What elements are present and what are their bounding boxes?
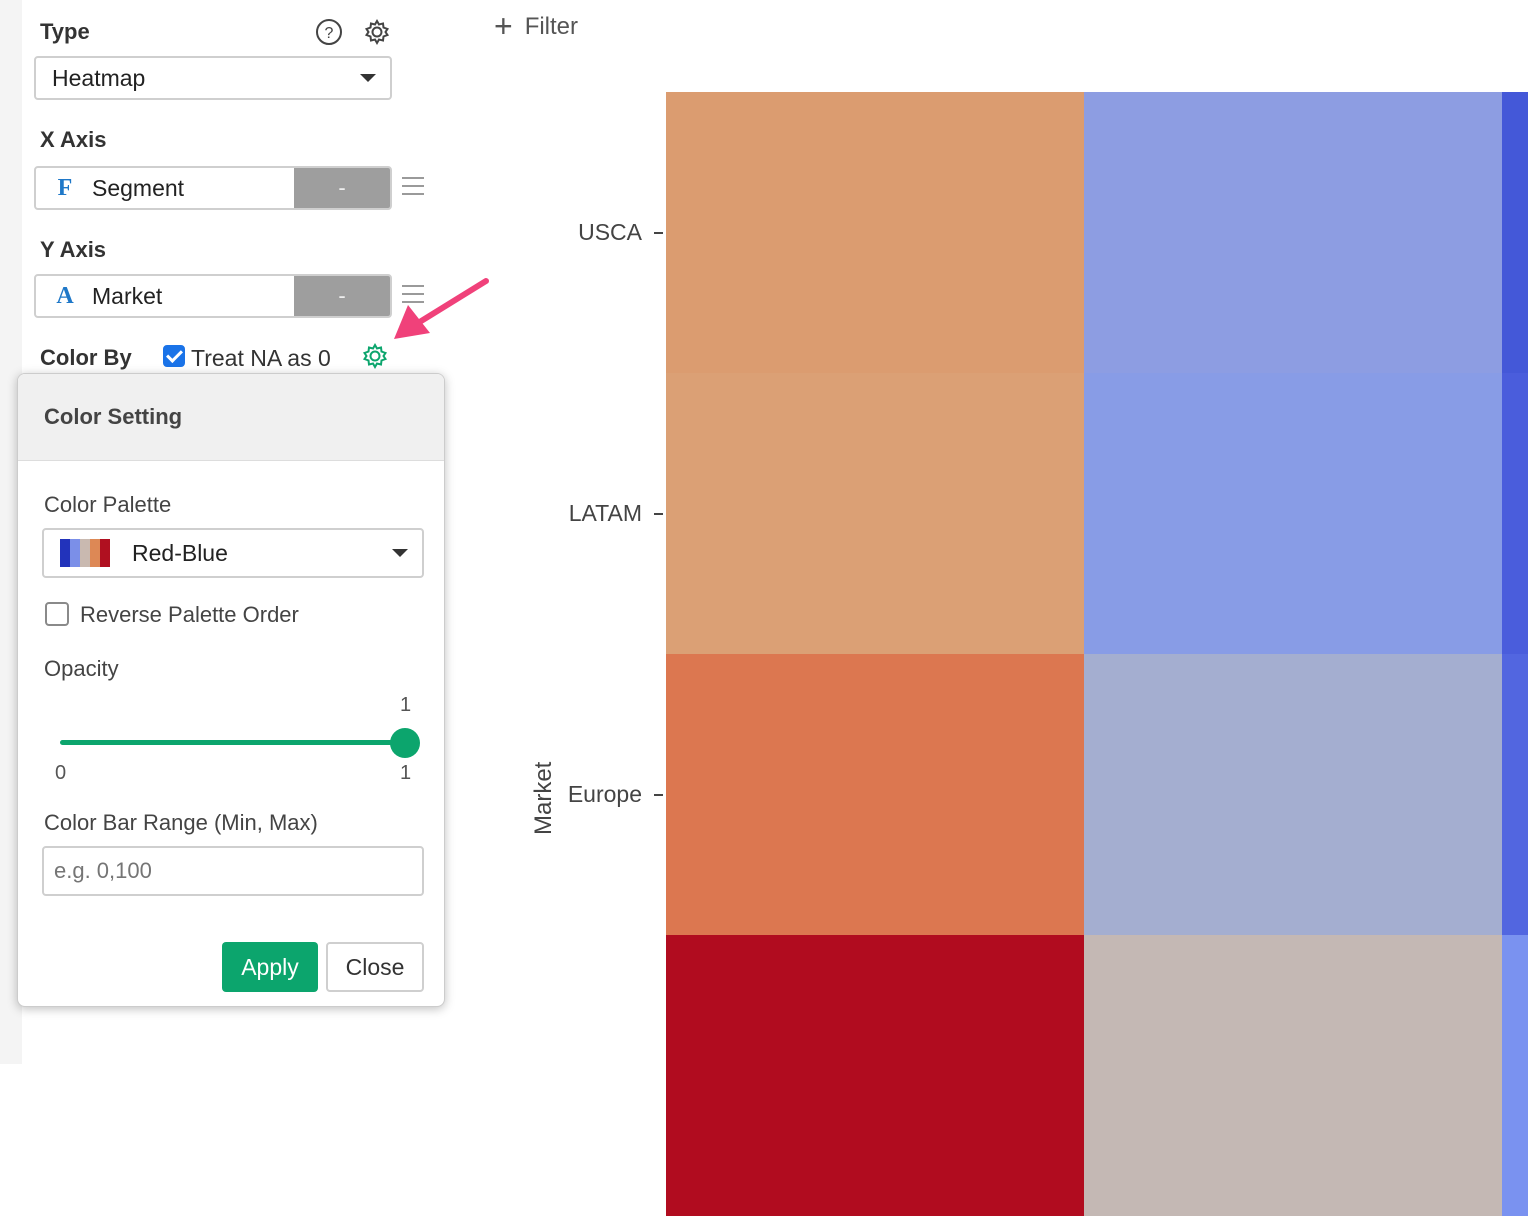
opacity-slider-track[interactable] — [60, 740, 406, 745]
close-button[interactable]: Close — [326, 942, 424, 992]
heatmap-cell[interactable] — [1502, 654, 1528, 935]
x-axis-field-name: Segment — [92, 174, 185, 201]
color-palette-select[interactable]: Red-Blue — [42, 528, 424, 578]
color-palette-label: Color Palette — [44, 492, 172, 517]
heatmap-cell[interactable] — [666, 935, 1084, 1216]
opacity-max: 1 — [400, 762, 412, 784]
heatmap-cell[interactable] — [1084, 654, 1502, 935]
reverse-palette-label: Reverse Palette Order — [80, 602, 299, 627]
y-tick-mark — [654, 794, 663, 796]
opacity-min: 0 — [55, 762, 67, 784]
x-axis-aggregation-button[interactable]: - — [294, 168, 390, 208]
chart-type-value: Heatmap — [52, 64, 146, 91]
palette-swatch-2 — [80, 539, 90, 567]
color-bar-range-input[interactable] — [42, 846, 424, 896]
palette-swatch-4 — [100, 539, 110, 567]
heatmap-cell[interactable] — [666, 654, 1084, 935]
x-axis-field[interactable]: F Segment - — [34, 166, 392, 210]
color-by-label: Color By — [40, 345, 132, 370]
treat-na-label: Treat NA as 0 — [191, 345, 331, 371]
y-axis-field-name: Market — [92, 282, 163, 309]
color-bar-range-label: Color Bar Range (Min, Max) — [44, 810, 318, 835]
palette-swatch-3 — [90, 539, 100, 567]
plus-icon: + — [494, 8, 513, 44]
y-axis-field[interactable]: A Market - — [34, 274, 392, 318]
y-axis-label: Y Axis — [40, 237, 107, 262]
heatmap-cell[interactable] — [1084, 92, 1502, 373]
y-axis-title: Market — [530, 761, 557, 835]
heatmap-cell[interactable] — [1084, 373, 1502, 654]
color-setting-popover: Color Setting Color Palette Red-Blue Rev… — [17, 373, 445, 1007]
heatmap-cell[interactable] — [1502, 935, 1528, 1216]
heatmap-cell[interactable] — [1502, 92, 1528, 373]
help-icon[interactable]: ? — [314, 17, 344, 47]
opacity-label: Opacity — [44, 656, 119, 681]
color-palette-value: Red-Blue — [132, 539, 228, 566]
type-label: Type — [40, 19, 90, 44]
y-tick-label: LATAM — [568, 500, 642, 526]
reverse-palette-checkbox[interactable] — [45, 602, 69, 626]
y-axis-aggregation-button[interactable]: - — [294, 276, 390, 316]
chevron-down-icon — [360, 74, 376, 82]
palette-swatch-1 — [70, 539, 80, 567]
treat-na-checkbox[interactable] — [163, 345, 185, 367]
add-filter-button[interactable]: + Filter — [494, 8, 578, 45]
function-type-icon: F — [57, 174, 73, 201]
opacity-value: 1 — [400, 694, 412, 716]
svg-text:?: ? — [325, 25, 334, 42]
gear-icon[interactable] — [362, 17, 392, 47]
heatmap-cell[interactable] — [666, 373, 1084, 654]
popover-title: Color Setting — [18, 374, 444, 461]
heatmap-cell[interactable] — [1502, 373, 1528, 654]
x-axis-menu-icon[interactable] — [402, 177, 424, 195]
heatmap-cell[interactable] — [666, 92, 1084, 373]
opacity-slider-handle[interactable] — [390, 728, 420, 758]
filter-label: Filter — [524, 12, 579, 40]
palette-swatch-icon — [60, 539, 110, 567]
chevron-down-icon — [392, 549, 408, 557]
chart-type-select[interactable]: Heatmap — [34, 56, 392, 100]
apply-button[interactable]: Apply — [222, 942, 318, 992]
y-tick-label: USCA — [578, 219, 642, 245]
x-axis-label: X Axis — [40, 127, 107, 152]
y-tick-mark — [654, 232, 663, 234]
color-settings-gear-icon[interactable] — [360, 341, 390, 371]
palette-swatch-0 — [60, 539, 70, 567]
text-type-icon: A — [56, 282, 74, 309]
annotation-arrow-icon — [394, 278, 489, 339]
heatmap-cell[interactable] — [1084, 935, 1502, 1216]
y-tick-mark — [654, 513, 663, 515]
